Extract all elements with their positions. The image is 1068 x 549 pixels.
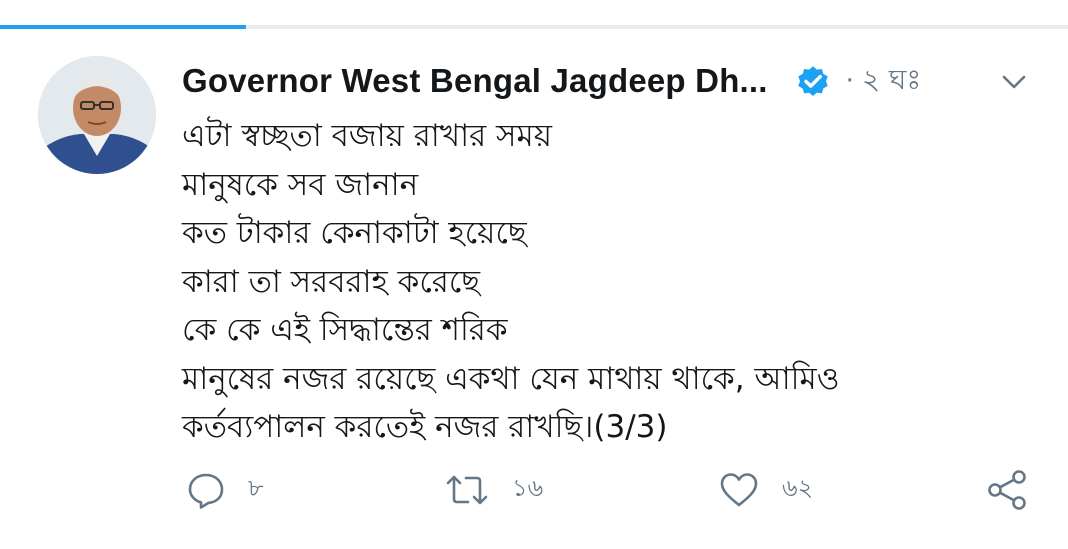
- chevron-down-icon[interactable]: [998, 66, 1030, 98]
- timestamp[interactable]: ২ ঘঃ: [862, 58, 921, 105]
- tweet-text-line: কারা তা সরবরাহ করেছে: [182, 263, 481, 300]
- share-icon: [988, 470, 1026, 510]
- tweet-actions: ৮ ১৬ ৬২: [0, 462, 1068, 518]
- like-button[interactable]: ৬২: [718, 462, 813, 518]
- tweet-text: এটা স্বচ্ছতা বজায় রাখার সময় মানুষকে সব…: [182, 112, 1042, 452]
- reply-icon: [188, 473, 224, 509]
- author-name[interactable]: Governor West Bengal Jagdeep Dh...: [182, 62, 768, 100]
- tweet-text-line: এটা স্বচ্ছতা বজায় রাখার সময়: [182, 118, 552, 154]
- verified-badge-icon: [794, 62, 832, 100]
- tweet-text-line: কে কে এই সিদ্ধান্তের শরিক: [182, 312, 508, 348]
- retweet-button[interactable]: ১৬: [444, 462, 543, 518]
- active-tab-indicator: [0, 25, 246, 29]
- retweet-icon: [446, 475, 488, 505]
- tweet-text-line: কর্তব্যপালন করতেই নজর রাখছি।(3/3): [182, 409, 668, 445]
- tweet-text-line: কত টাকার কেনাকাটা হয়েছে: [182, 215, 527, 251]
- reply-button[interactable]: ৮: [186, 462, 264, 518]
- tweet-text-line: মানুষকে সব জানান: [182, 166, 419, 203]
- tweet-header: Governor West Bengal Jagdeep Dh... · ২ ঘ…: [182, 58, 1042, 104]
- retweet-count: ১৬: [512, 474, 544, 502]
- tweet-detail-screen: Governor West Bengal Jagdeep Dh... · ২ ঘ…: [0, 0, 1068, 549]
- separator-dot: ·: [845, 66, 854, 96]
- share-button[interactable]: [986, 462, 1030, 518]
- avatar[interactable]: [38, 56, 156, 174]
- avatar-image: [38, 56, 156, 174]
- heart-icon: [720, 473, 758, 507]
- like-count: ৬২: [782, 474, 814, 502]
- tweet-text-line: মানুষের নজর রয়েছে একথা যেন মাথায় থাকে,…: [182, 360, 840, 397]
- reply-count: ৮: [248, 474, 264, 502]
